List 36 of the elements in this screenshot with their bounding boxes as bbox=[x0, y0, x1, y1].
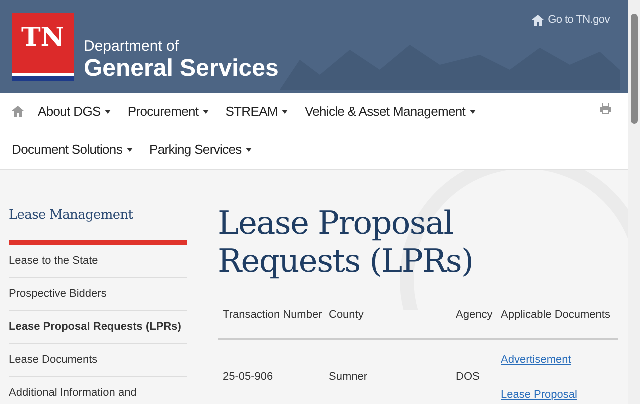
caret-icon bbox=[104, 110, 111, 114]
column-header: Agency bbox=[455, 308, 494, 323]
nav-menu-item[interactable]: STREAM bbox=[226, 93, 288, 131]
scrollbar[interactable] bbox=[628, 0, 640, 404]
department-line: Department of bbox=[84, 38, 180, 57]
nav-menu-item[interactable]: Document Solutions bbox=[12, 131, 132, 169]
home-icon bbox=[532, 14, 544, 26]
caret-icon bbox=[246, 148, 252, 152]
sidebar-link[interactable]: Lease to the State bbox=[9, 244, 187, 278]
sidebar-link[interactable]: Lease Proposal Requests (LPRs) bbox=[9, 310, 187, 344]
caret-icon bbox=[470, 110, 476, 114]
column-header: County bbox=[328, 308, 365, 323]
tn-logo[interactable]: TN bbox=[12, 13, 74, 81]
print-icon[interactable] bbox=[600, 103, 612, 114]
caret-icon bbox=[202, 110, 209, 114]
caret-icon bbox=[282, 110, 288, 114]
sidebar-link[interactable]: Lease Documents bbox=[9, 344, 187, 376]
nav-menu-item[interactable]: Procurement bbox=[128, 93, 209, 131]
column-header: Applicable Documents bbox=[500, 308, 612, 323]
go-to-tn-link[interactable]: Go to TN.gov bbox=[548, 12, 610, 28]
home-icon[interactable] bbox=[12, 106, 24, 116]
sidebar-link[interactable]: Additional Information and bbox=[9, 376, 187, 404]
table-cell-text: 25-05-906 bbox=[222, 370, 274, 386]
nav-menu-item[interactable]: Parking Services bbox=[150, 131, 252, 169]
nav-menu-item[interactable]: Vehicle & Asset Management bbox=[304, 93, 476, 131]
nav-menu-item[interactable]: About DGS bbox=[38, 93, 111, 131]
table-cell-text: Sumner bbox=[328, 370, 369, 386]
department-name: General Services bbox=[84, 57, 279, 81]
document-link[interactable]: Lease Proposal bbox=[501, 386, 618, 403]
document-link[interactable]: Advertisement bbox=[501, 352, 618, 368]
sidebar-link[interactable]: Prospective Bidders bbox=[9, 278, 187, 310]
caret-icon bbox=[126, 148, 132, 152]
table-cell-text: DOS bbox=[455, 370, 481, 386]
sidebar-title: Lease Management bbox=[9, 206, 187, 244]
page-title: Lease Proposal Requests (LPRs) bbox=[218, 204, 474, 280]
column-header: Transaction Number bbox=[222, 308, 324, 323]
